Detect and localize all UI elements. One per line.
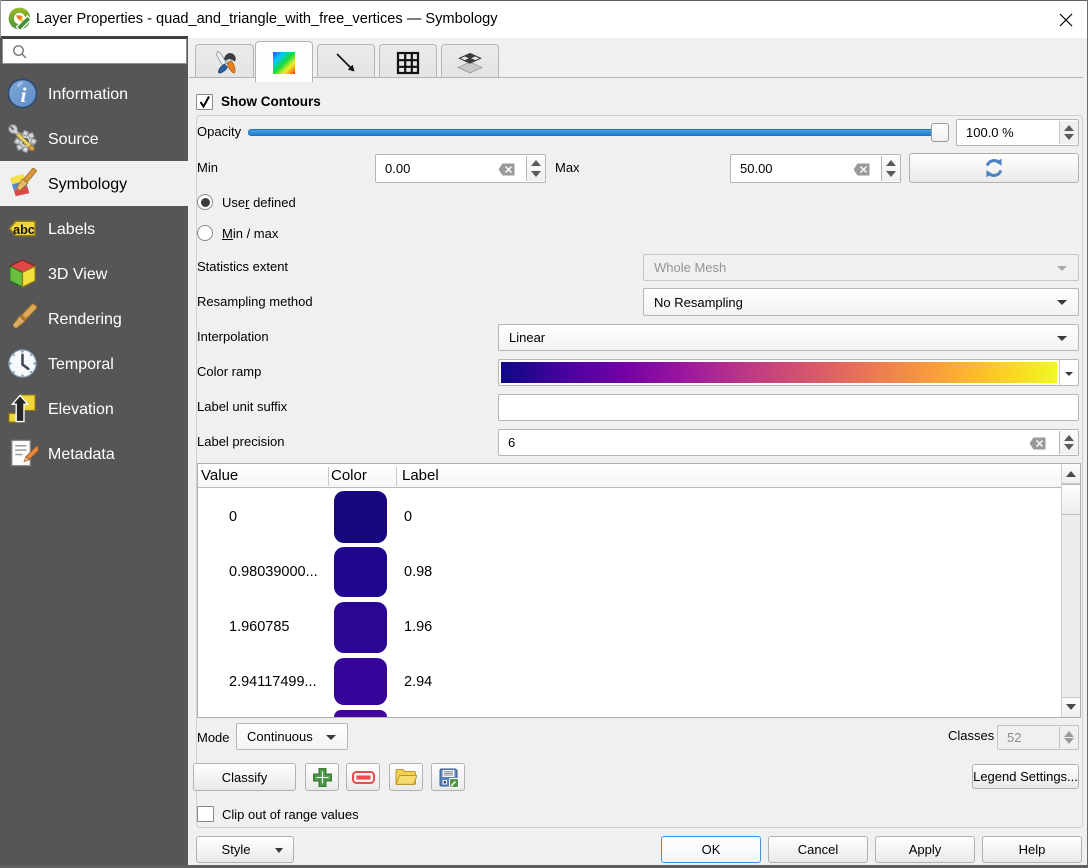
svg-text:i: i <box>21 83 27 107</box>
svg-text:abc: abc <box>13 223 35 237</box>
